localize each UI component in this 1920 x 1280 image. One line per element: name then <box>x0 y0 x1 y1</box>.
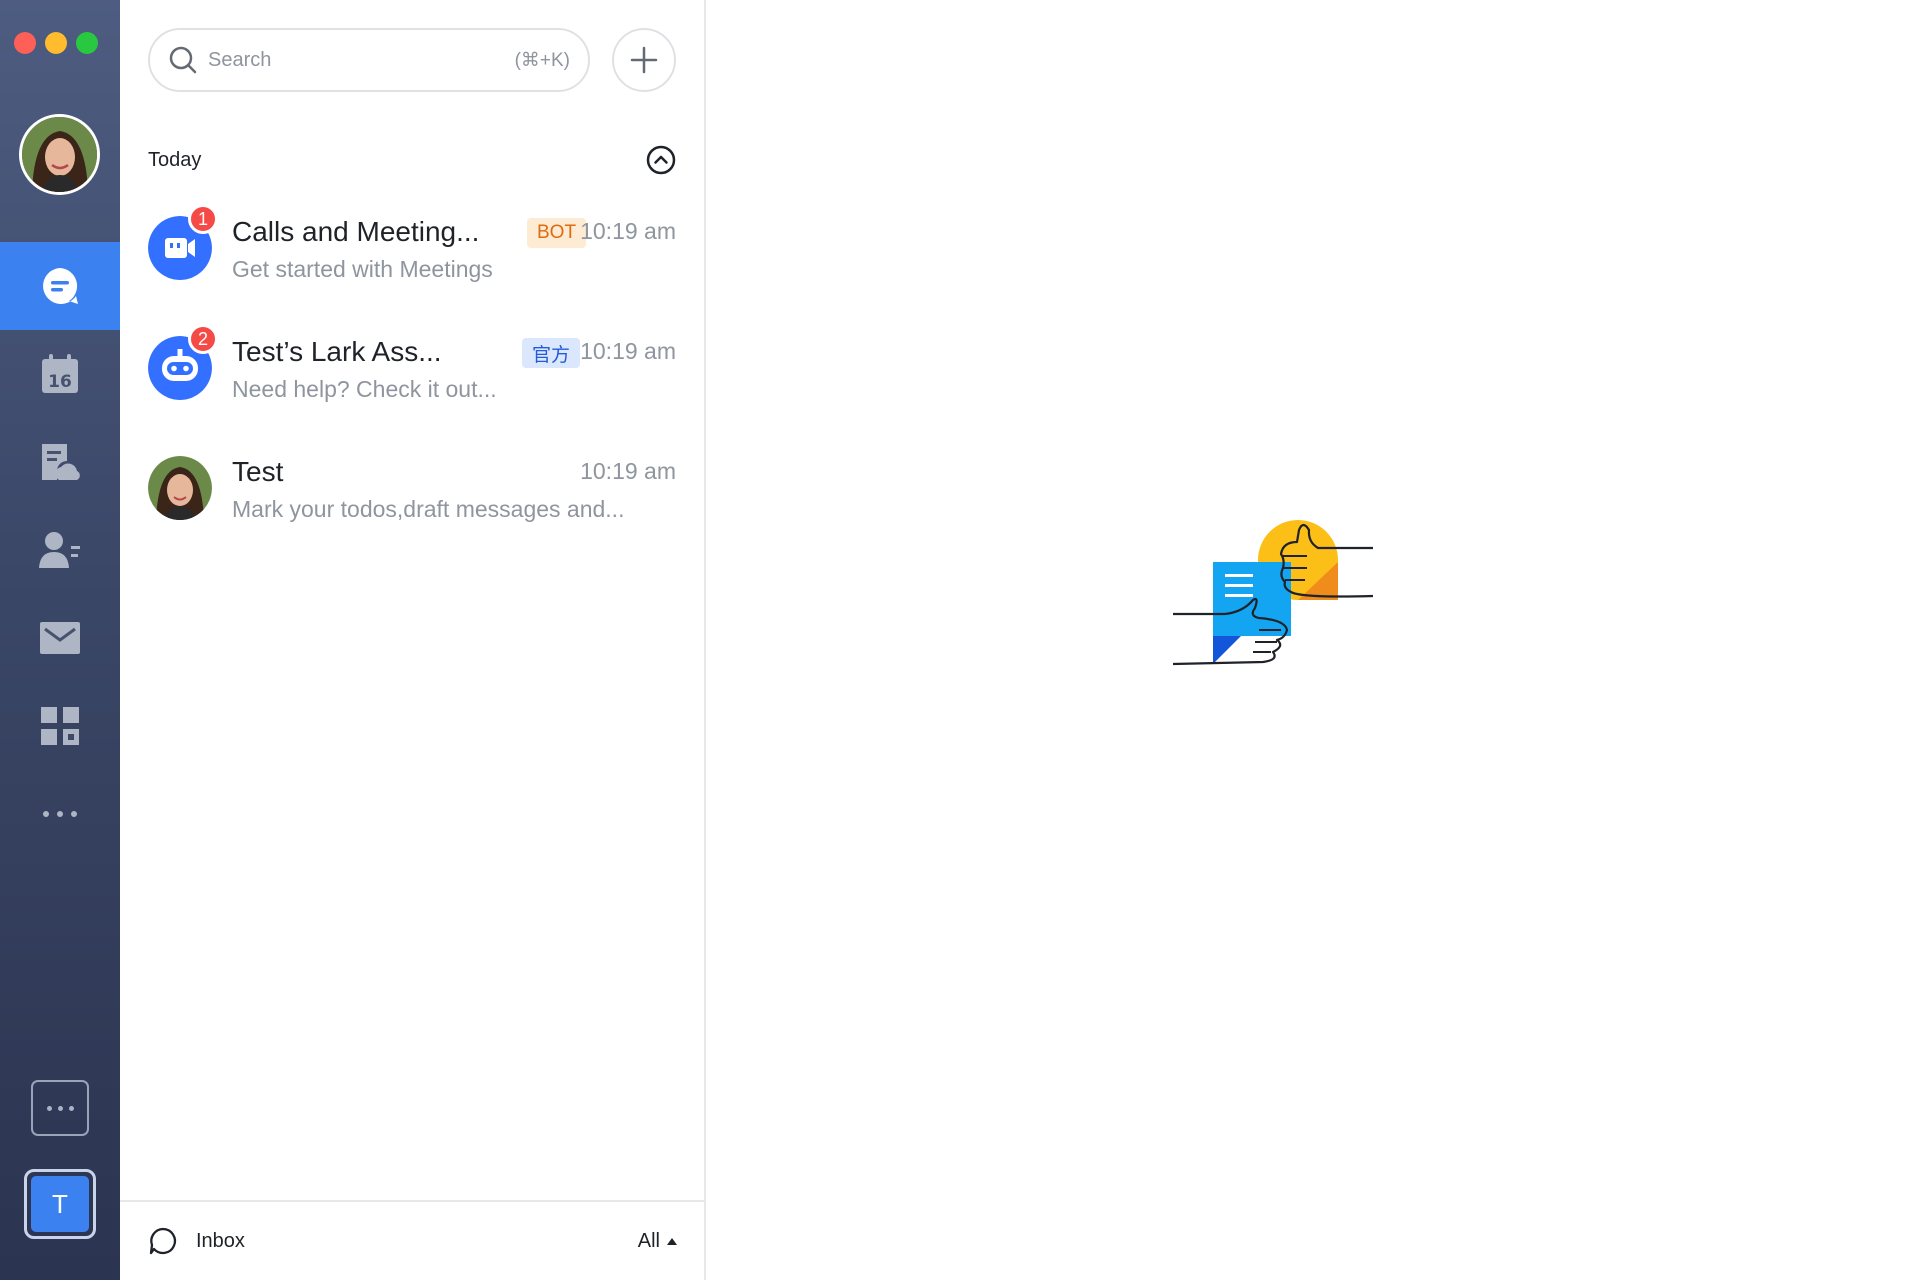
chat-preview: Get started with Meetings <box>232 256 493 282</box>
chat-time: 10:19 am <box>580 218 676 244</box>
mail-icon <box>40 622 80 654</box>
chat-preview: Mark your todos,draft messages and... <box>232 496 625 522</box>
official-tag: 官方 <box>522 338 581 368</box>
ellipsis-dot-icon <box>68 1105 74 1111</box>
chat-item-calls-and-meetings[interactable]: 1 Calls and Meeting... BOT 10:19 am Get … <box>148 204 676 300</box>
more-icon <box>43 811 77 817</box>
chat-title: Calls and Meeting... <box>232 216 480 247</box>
section-header-today: Today <box>148 145 676 175</box>
nav-calendar[interactable]: 16 <box>0 330 120 418</box>
chat-icon <box>43 268 78 304</box>
chat-item-test[interactable]: Test 10:19 am Mark your todos,draft mess… <box>148 450 676 540</box>
unread-badge: 2 <box>188 324 218 354</box>
nav-docs[interactable] <box>0 418 120 506</box>
chat-time: 10:19 am <box>580 338 676 364</box>
apps-grid-icon <box>41 707 79 745</box>
section-title: Today <box>148 148 202 171</box>
inbox-label: Inbox <box>196 1229 245 1252</box>
calendar-icon: 16 <box>42 354 78 393</box>
window-controls <box>14 32 98 54</box>
search-shortcut: (⌘+K) <box>514 49 570 71</box>
user-photo-icon <box>22 117 97 192</box>
close-window-button[interactable] <box>14 32 36 54</box>
empty-state-illustration <box>1173 520 1373 666</box>
search-box[interactable]: Search (⌘+K) <box>148 28 590 92</box>
contacts-icon <box>39 532 80 568</box>
chat-preview: Need help? Check it out... <box>232 376 497 402</box>
app-rail: 16 T <box>0 0 120 1280</box>
chat-item-lark-assistant[interactable]: 2 Test’s Lark Ass... 官方 10:19 am Need he… <box>148 324 676 420</box>
svg-text:16: 16 <box>48 372 72 392</box>
profile-avatar[interactable] <box>19 114 100 195</box>
inbox-bar: Inbox All <box>120 1200 706 1280</box>
inbox-chat-icon <box>149 1227 177 1255</box>
tenant-switcher[interactable]: T <box>24 1169 96 1239</box>
ellipsis-dot-icon <box>46 1105 52 1111</box>
filter-dropdown[interactable]: All <box>638 1230 678 1253</box>
maximize-window-button[interactable] <box>76 32 98 54</box>
bot-tag: BOT <box>527 218 587 248</box>
tenant-initial: T <box>31 1176 89 1232</box>
nav-contacts[interactable] <box>0 506 120 594</box>
unread-badge: 1 <box>188 204 218 234</box>
rail-app-drawer-button[interactable] <box>31 1080 89 1136</box>
nav-messenger[interactable] <box>0 242 120 330</box>
chat-time: 10:19 am <box>580 458 676 484</box>
search-placeholder: Search <box>208 48 272 71</box>
chat-title: Test <box>232 456 284 487</box>
minimize-window-button[interactable] <box>45 32 67 54</box>
create-button[interactable] <box>612 28 676 92</box>
search-icon <box>169 46 197 74</box>
docs-cloud-icon <box>42 444 80 480</box>
nav-mail[interactable] <box>0 594 120 682</box>
filter-label: All <box>637 1229 660 1252</box>
plus-icon <box>630 46 658 74</box>
user-photo-icon <box>148 456 212 520</box>
collapse-section-icon[interactable] <box>646 145 676 175</box>
main-content-area <box>706 0 1920 1280</box>
caret-up-icon <box>667 1238 677 1245</box>
nav-more[interactable] <box>0 770 120 858</box>
chat-title: Test’s Lark Ass... <box>232 336 442 367</box>
chat-list-panel: Search (⌘+K) Today 1 Calls and Meeting..… <box>120 0 706 1280</box>
nav-workplace[interactable] <box>0 682 120 770</box>
ellipsis-dot-icon <box>57 1105 63 1111</box>
